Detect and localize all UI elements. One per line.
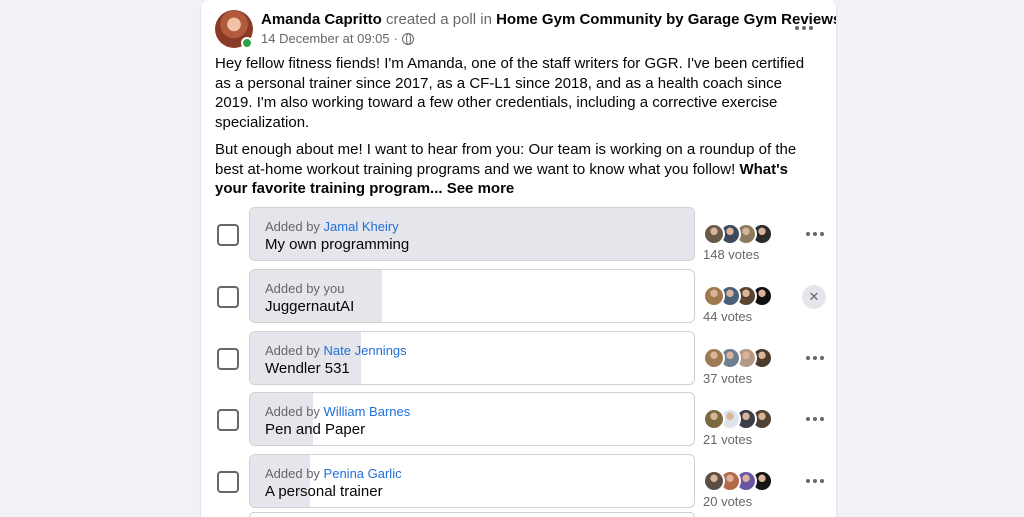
added-by-name-link[interactable]: Nate Jennings bbox=[324, 343, 407, 358]
added-by-prefix: Added by bbox=[265, 404, 324, 419]
group-name-link[interactable]: Home Gym Community by Garage Gym Reviews bbox=[496, 11, 836, 28]
option-added-by: Added by Jamal Kheiry bbox=[265, 219, 399, 234]
poll-option-checkbox[interactable] bbox=[217, 471, 239, 493]
option-more-button[interactable] bbox=[801, 471, 829, 491]
added-by-prefix: Added by bbox=[265, 466, 324, 481]
added-by-name-link[interactable]: Penina Garlic bbox=[324, 466, 402, 481]
voter-avatars[interactable] bbox=[703, 285, 773, 307]
more-dot-icon bbox=[806, 479, 810, 483]
voter-avatars[interactable] bbox=[703, 408, 773, 430]
post-more-options-button[interactable] bbox=[790, 18, 818, 38]
vote-count[interactable]: 148 votes bbox=[703, 247, 759, 262]
vote-count[interactable]: 37 votes bbox=[703, 371, 752, 386]
post-paragraph-1: Hey fellow fitness fiends! I'm Amanda, o… bbox=[215, 55, 805, 131]
post-timestamp[interactable]: 14 December at 09:05 bbox=[261, 31, 390, 46]
voter-avatars[interactable] bbox=[703, 347, 773, 369]
poll-option-row: Added by William Barnes Pen and Paper 21… bbox=[215, 392, 827, 447]
post-action-text: created a poll in bbox=[386, 11, 492, 28]
remove-option-button[interactable]: ✕ bbox=[802, 285, 826, 309]
added-by-prefix: Added by bbox=[265, 343, 324, 358]
added-by-prefix: Added by bbox=[265, 281, 324, 296]
post-meta: 14 December at 09:05 · bbox=[261, 31, 414, 46]
voter-avatar[interactable] bbox=[703, 347, 725, 369]
poll-option-bar[interactable]: Added by you JuggernautAI bbox=[249, 269, 695, 323]
voter-avatar[interactable] bbox=[703, 285, 725, 307]
option-label: Pen and Paper bbox=[265, 421, 366, 438]
close-icon: ✕ bbox=[808, 289, 820, 304]
poll-option-checkbox[interactable] bbox=[217, 224, 239, 246]
more-dot-icon bbox=[806, 232, 810, 236]
option-added-by: Added by you bbox=[265, 281, 345, 296]
poll-option-row: Added by Nate Jennings Wendler 531 37 vo… bbox=[215, 331, 827, 386]
poll-option-checkbox[interactable] bbox=[217, 286, 239, 308]
poll-option-bar[interactable]: Added by Penina Garlic A personal traine… bbox=[249, 454, 695, 508]
option-more-button[interactable] bbox=[801, 409, 829, 429]
vote-count[interactable]: 21 votes bbox=[703, 432, 752, 447]
more-dot-icon bbox=[806, 356, 810, 360]
more-dot-icon bbox=[820, 232, 824, 236]
vote-count[interactable]: 44 votes bbox=[703, 309, 752, 324]
poll-option-row: Added by Penina Garlic A personal traine… bbox=[215, 454, 827, 509]
option-more-button[interactable] bbox=[801, 348, 829, 368]
poll-option-bar[interactable]: Added by William Barnes Pen and Paper bbox=[249, 392, 695, 446]
option-label: My own programming bbox=[265, 236, 410, 253]
voter-avatar[interactable] bbox=[703, 470, 725, 492]
more-dot-icon bbox=[820, 479, 824, 483]
option-added-by: Added by William Barnes bbox=[265, 404, 410, 419]
post-body: Hey fellow fitness fiends! I'm Amanda, o… bbox=[215, 54, 815, 207]
voter-avatars[interactable] bbox=[703, 223, 773, 245]
voter-avatars[interactable] bbox=[703, 470, 773, 492]
option-label: A personal trainer bbox=[265, 483, 383, 500]
added-by-name-link: you bbox=[323, 281, 345, 296]
option-label: Wendler 531 bbox=[265, 360, 350, 377]
poll-option-partial[interactable] bbox=[249, 512, 695, 517]
more-dot-icon bbox=[813, 417, 817, 421]
poll-option-bar[interactable]: Added by Nate Jennings Wendler 531 bbox=[249, 331, 695, 385]
added-by-name-link[interactable]: William Barnes bbox=[324, 404, 411, 419]
more-dot-icon bbox=[813, 479, 817, 483]
author-name-link[interactable]: Amanda Capritto bbox=[261, 11, 382, 28]
option-label: JuggernautAI bbox=[265, 298, 355, 315]
option-more-button[interactable] bbox=[801, 224, 829, 244]
more-dot-icon bbox=[806, 417, 810, 421]
poll-option-bar[interactable]: Added by Jamal Kheiry My own programming bbox=[249, 207, 695, 261]
poll-option-checkbox[interactable] bbox=[217, 409, 239, 431]
more-dot-icon bbox=[813, 232, 817, 236]
meta-separator: · bbox=[393, 31, 398, 46]
more-dot-icon bbox=[809, 26, 813, 30]
poll-option-checkbox[interactable] bbox=[217, 348, 239, 370]
option-added-by: Added by Penina Garlic bbox=[265, 466, 402, 481]
more-dot-icon bbox=[813, 356, 817, 360]
poll-option-row: Added by Jamal Kheiry My own programming… bbox=[215, 207, 827, 262]
see-more-link[interactable]: See more bbox=[443, 180, 515, 197]
voter-avatar[interactable] bbox=[703, 223, 725, 245]
more-dot-icon bbox=[820, 356, 824, 360]
vote-count[interactable]: 20 votes bbox=[703, 494, 752, 509]
poll-post-card: Amanda Capritto created a poll in Home G… bbox=[201, 0, 836, 517]
post-header: Amanda Capritto created a poll in Home G… bbox=[261, 11, 836, 29]
poll-option-row: Added by you JuggernautAI 44 votes ✕ bbox=[215, 269, 827, 324]
option-added-by: Added by Nate Jennings bbox=[265, 343, 407, 358]
added-by-name-link[interactable]: Jamal Kheiry bbox=[324, 219, 399, 234]
post-paragraph-2-text: But enough about me! I want to hear from… bbox=[215, 141, 797, 178]
online-status-dot bbox=[241, 37, 253, 49]
more-dot-icon bbox=[802, 26, 806, 30]
more-dot-icon bbox=[795, 26, 799, 30]
post-paragraph-2: But enough about me! I want to hear from… bbox=[215, 140, 815, 199]
globe-icon[interactable] bbox=[401, 32, 414, 45]
added-by-prefix: Added by bbox=[265, 219, 324, 234]
more-dot-icon bbox=[820, 417, 824, 421]
voter-avatar[interactable] bbox=[703, 408, 725, 430]
